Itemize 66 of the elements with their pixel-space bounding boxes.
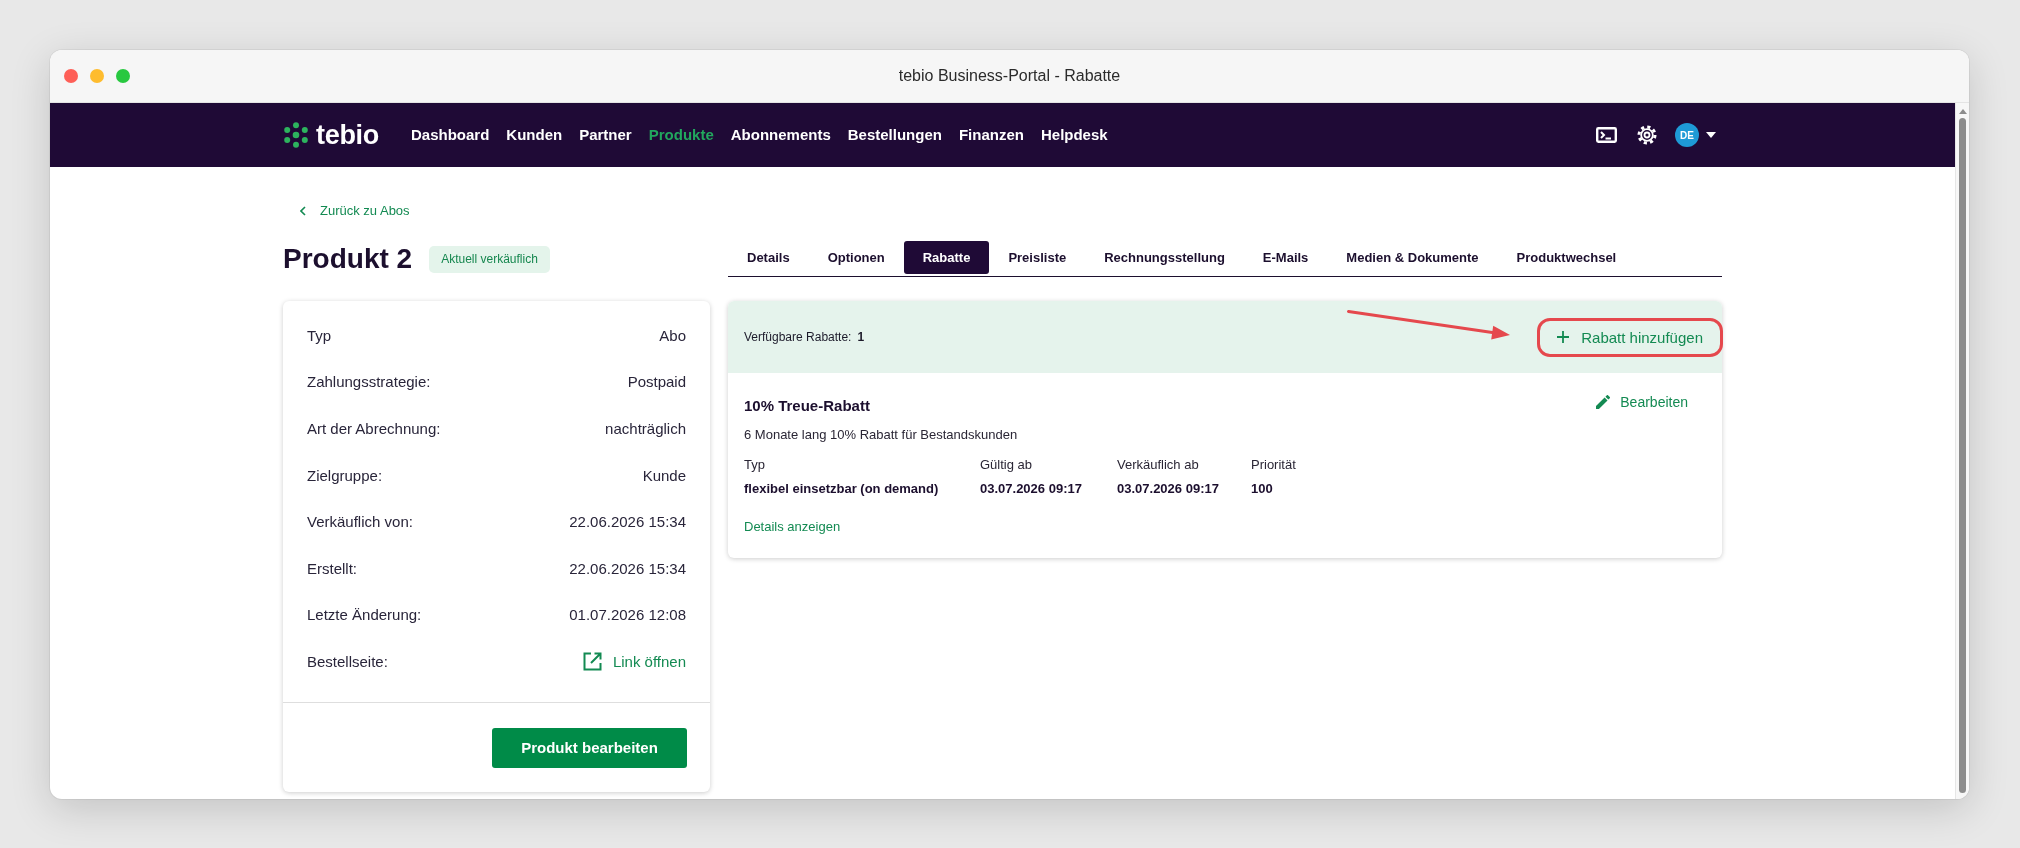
field-label: Priorität	[1251, 456, 1297, 474]
logo-icon[interactable]	[283, 122, 309, 148]
field-label: Typ	[744, 456, 766, 474]
count-value: 1	[857, 330, 865, 344]
minimize-window-icon[interactable]	[90, 69, 104, 83]
detail-label: Verkäuflich von:	[307, 513, 413, 531]
scroll-up-icon[interactable]	[1958, 109, 1967, 114]
open-link[interactable]: Link öffnen	[582, 651, 686, 671]
detail-label: Bestellseite:	[307, 652, 388, 670]
nav-link[interactable]: Bestellungen	[847, 125, 942, 145]
discount-description: 6 Monate lang 10% Rabatt für Bestandskunden	[744, 426, 1019, 444]
field-label: Verkäuflich ab	[1117, 456, 1200, 474]
nav-link[interactable]: Helpdesk	[1040, 125, 1108, 145]
field-value: 03.07.2026 09:17	[980, 480, 1083, 498]
detail-value: 22.06.2026 15:34	[569, 559, 686, 577]
edit-discount-button[interactable]: Bearbeiten	[1588, 390, 1696, 414]
nav-link[interactable]: Finanzen	[958, 125, 1024, 145]
detail-label: Art der Abrechnung:	[307, 420, 441, 437]
field-value: 03.07.2026 09:17	[1117, 480, 1220, 498]
detail-value: 22.06.2026 15:34	[569, 513, 686, 531]
field-value: 100	[1251, 480, 1274, 498]
discount-title: 10% Treue-Rabatt	[744, 396, 871, 416]
count-label: Verfügbare Rabatte:	[744, 330, 852, 344]
tab[interactable]: Rechnungsstellung	[1085, 241, 1244, 274]
nav-link[interactable]: Abonnements	[730, 125, 831, 145]
nav-link[interactable]: Produkte	[648, 125, 714, 145]
detail-value: 01.07.2026 12:08	[569, 606, 686, 624]
tab[interactable]: Details	[728, 241, 809, 274]
edit-product-button[interactable]: Produkt bearbeiten	[492, 727, 687, 768]
details-link[interactable]: Details anzeigen	[744, 518, 841, 536]
detail-value: Abo	[659, 326, 686, 344]
tab[interactable]: Optionen	[808, 241, 904, 274]
scrollbar-thumb[interactable]	[1959, 118, 1966, 793]
nav-link[interactable]: Dashboard	[411, 125, 490, 145]
logo-wordmark[interactable]: tebio	[316, 120, 379, 150]
chevron-left-icon	[300, 206, 306, 216]
close-window-icon[interactable]	[64, 69, 78, 83]
maximize-window-icon[interactable]	[116, 69, 130, 83]
terminal-icon[interactable]	[1596, 127, 1617, 143]
plus-icon	[1557, 331, 1570, 343]
tab[interactable]: Medien & Dokumente	[1327, 241, 1498, 274]
status-badge: Aktuell verkäuflich	[429, 245, 550, 273]
pencil-icon	[1596, 395, 1611, 409]
caret-icon[interactable]	[1706, 132, 1716, 138]
nav-link[interactable]: Partner	[579, 125, 632, 145]
detail-value: nachträglich	[605, 420, 686, 437]
external-link-icon	[582, 651, 602, 671]
tab[interactable]: Preisliste	[989, 241, 1086, 274]
detail-value: Kunde	[642, 466, 686, 484]
tab[interactable]: Rabatte	[903, 241, 990, 274]
add-discount-button[interactable]: Rabatt hinzufügen	[1551, 322, 1709, 352]
tab[interactable]: Produktwechsel	[1497, 241, 1636, 274]
tab[interactable]: E-Mails	[1243, 241, 1328, 274]
detail-label: Erstellt:	[307, 559, 357, 577]
detail-label: Typ	[307, 326, 332, 344]
detail-value: Postpaid	[627, 373, 686, 391]
nav-link[interactable]: Kunden	[506, 125, 563, 145]
back-link[interactable]: Zurück zu Abos	[283, 202, 410, 220]
settings-icon[interactable]	[1637, 125, 1657, 145]
field-value: flexibel einsetzbar (on demand)	[744, 480, 940, 498]
detail-label: Letzte Änderung:	[307, 606, 422, 624]
detail-label: Zielgruppe:	[307, 466, 383, 484]
product-title: Produkt 2	[283, 242, 413, 276]
window-title: tebio Business-Portal - Rabatte	[898, 67, 1121, 85]
detail-label: Zahlungsstrategie:	[307, 373, 431, 391]
field-label: Gültig ab	[980, 456, 1034, 474]
